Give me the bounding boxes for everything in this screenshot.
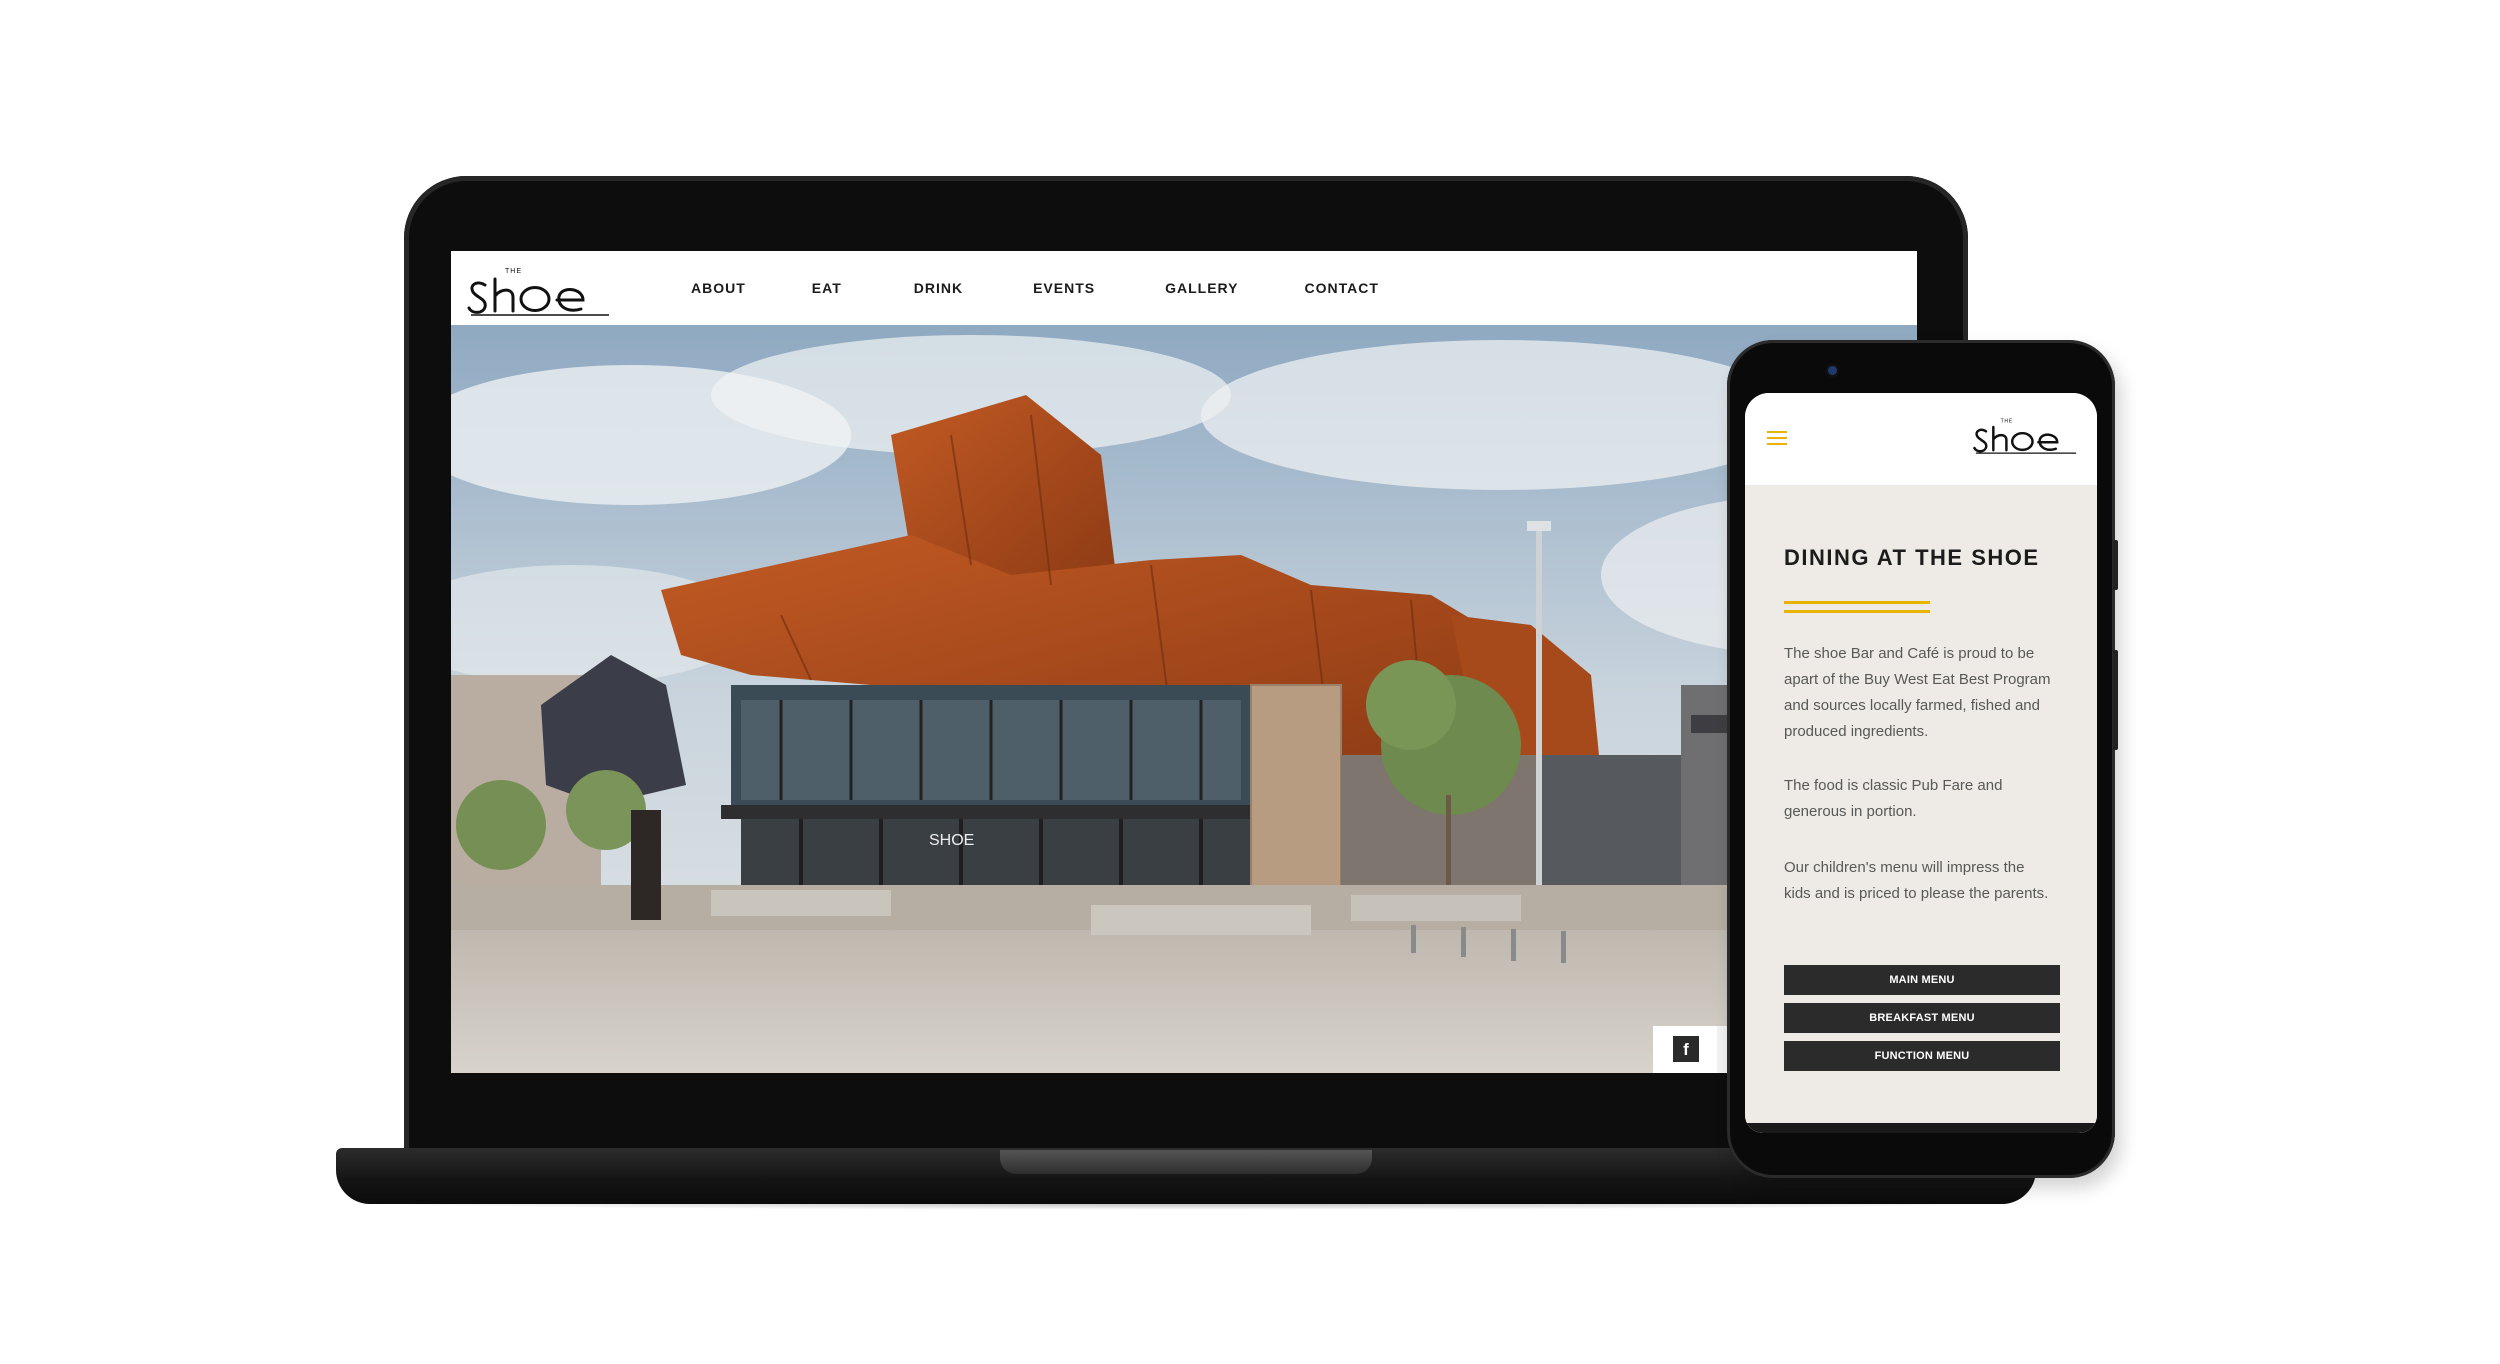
facebook-icon[interactable]: f xyxy=(1673,1036,1699,1062)
mobile-content: DINING AT THE SHOE The shoe Bar and Café… xyxy=(1745,485,2097,1133)
paragraph-food: The food is classic Pub Fare and generou… xyxy=(1784,777,2003,820)
laptop-screen: THE ABOUT EAT DRINK EVENTS GALLERY CONTA… xyxy=(451,251,1917,1073)
nav-about[interactable]: ABOUT xyxy=(691,280,746,296)
mobile-logo[interactable]: THE xyxy=(1973,415,2079,455)
paragraph-intro: The shoe Bar and Café is proud to be apa… xyxy=(1784,645,2051,740)
site-logo[interactable]: THE xyxy=(467,263,613,317)
social-bar: f xyxy=(1653,1026,1717,1073)
nav-gallery[interactable]: GALLERY xyxy=(1165,280,1238,296)
breakfast-menu-button[interactable]: BREAKFAST MENU xyxy=(1784,1003,2060,1033)
title-underline xyxy=(1784,601,1930,614)
paragraph-kids: Our children's menu will impress the kid… xyxy=(1784,859,2049,902)
svg-text:THE: THE xyxy=(2001,419,2013,425)
mobile-header: THE xyxy=(1745,393,2097,485)
page-title: DINING AT THE SHOE xyxy=(1784,545,2040,570)
laptop-notch xyxy=(1000,1150,1372,1174)
site-header: THE ABOUT EAT DRINK EVENTS GALLERY CONTA… xyxy=(451,251,1917,325)
phone-bottom-edge xyxy=(1745,1123,2097,1133)
nav-contact[interactable]: CONTACT xyxy=(1304,280,1378,296)
nav-drink[interactable]: DRINK xyxy=(914,280,963,296)
phone-volume-button xyxy=(2113,650,2118,750)
main-nav: ABOUT EAT DRINK EVENTS GALLERY CONTACT xyxy=(691,251,1379,325)
phone-power-button xyxy=(2113,540,2118,590)
hero-image: SHOE xyxy=(451,325,1917,1073)
hamburger-icon[interactable] xyxy=(1767,431,1787,447)
main-menu-button[interactable]: MAIN MENU xyxy=(1784,965,2060,995)
function-menu-button[interactable]: FUNCTION MENU xyxy=(1784,1041,2060,1071)
svg-text:THE: THE xyxy=(505,268,522,275)
phone-screen: THE DINING AT THE SHOE The shoe Bar and … xyxy=(1745,393,2097,1133)
nav-events[interactable]: EVENTS xyxy=(1033,280,1095,296)
svg-text:SHOE: SHOE xyxy=(929,832,974,849)
nav-eat[interactable]: EAT xyxy=(812,280,842,296)
phone-camera xyxy=(1828,366,1837,375)
